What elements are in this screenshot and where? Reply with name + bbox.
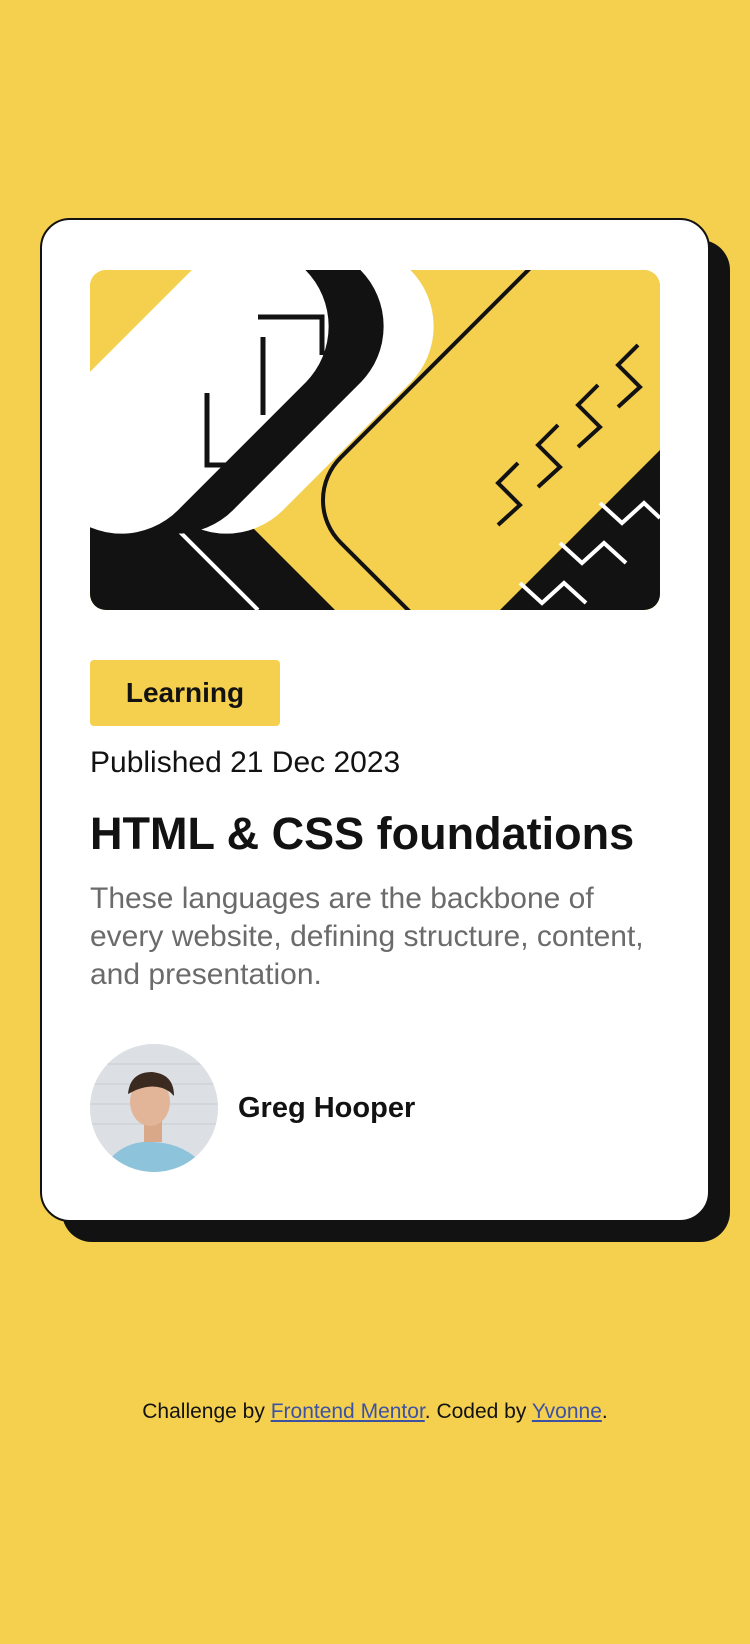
blog-preview-card: Learning Published 21 Dec 2023 HTML & CS… [40,218,710,1222]
frontend-mentor-link[interactable]: Frontend Mentor [271,1400,425,1423]
avatar-photo-icon [90,1044,218,1172]
attribution-suffix: . [601,1400,608,1423]
avatar [90,1044,218,1172]
card-description: These languages are the backbone of ever… [90,882,644,991]
hero-illustration [90,270,660,610]
card-title[interactable]: HTML & CSS foundations [90,808,634,860]
author-link[interactable]: Yvonne [532,1400,602,1423]
author: Greg Hooper [90,1044,415,1172]
attribution-prefix: Challenge by [142,1400,271,1423]
blog-preview-card-wrapper: Learning Published 21 Dec 2023 HTML & CS… [40,218,730,1242]
attribution-middle: . Coded by [424,1400,532,1423]
published-date: Published 21 Dec 2023 [90,746,401,779]
attribution: Challenge by Frontend Mentor. Coded by Y… [0,1400,750,1424]
author-name: Greg Hooper [238,1091,416,1124]
illustration-article-icon [90,270,660,610]
category-tag: Learning [90,660,280,726]
